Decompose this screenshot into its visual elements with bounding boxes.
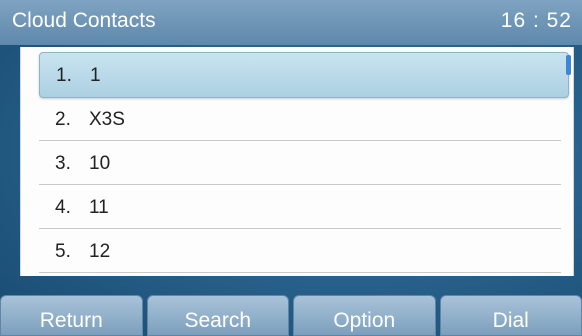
list-item-index: 1.	[56, 65, 72, 86]
list-item[interactable]: 3. 10	[21, 141, 567, 185]
contact-list[interactable]: 1. 1 2. X3S 3. 10 4. 11 5. 12	[20, 47, 574, 276]
softkey-bar: Return Search Option Dial	[0, 295, 582, 336]
option-button[interactable]: Option	[293, 295, 436, 336]
return-button[interactable]: Return	[0, 295, 143, 336]
list-item[interactable]: 1. 1	[39, 52, 569, 98]
list-item-index: 2.	[55, 109, 71, 130]
list-item-name: 12	[89, 241, 111, 262]
list-item[interactable]: 2. X3S	[21, 97, 567, 141]
clock: 16 : 52	[500, 9, 572, 32]
list-item-index: 5.	[55, 241, 71, 262]
list-item-name: 10	[89, 153, 111, 174]
scrollbar[interactable]	[566, 55, 571, 75]
dial-button[interactable]: Dial	[439, 295, 582, 336]
list-item-name: X3S	[89, 109, 125, 130]
list-item-index: 3.	[55, 153, 71, 174]
page-title: Cloud Contacts	[12, 9, 156, 32]
list-item[interactable]: 4. 11	[21, 185, 567, 229]
divider	[39, 272, 561, 273]
list-item[interactable]: 5. 12	[21, 229, 567, 273]
list-item-index: 4.	[55, 197, 71, 218]
search-button[interactable]: Search	[146, 295, 289, 336]
list-item-name: 11	[89, 197, 109, 218]
list-item-name: 1	[90, 65, 101, 86]
title-bar: Cloud Contacts 16 : 52	[0, 0, 582, 45]
